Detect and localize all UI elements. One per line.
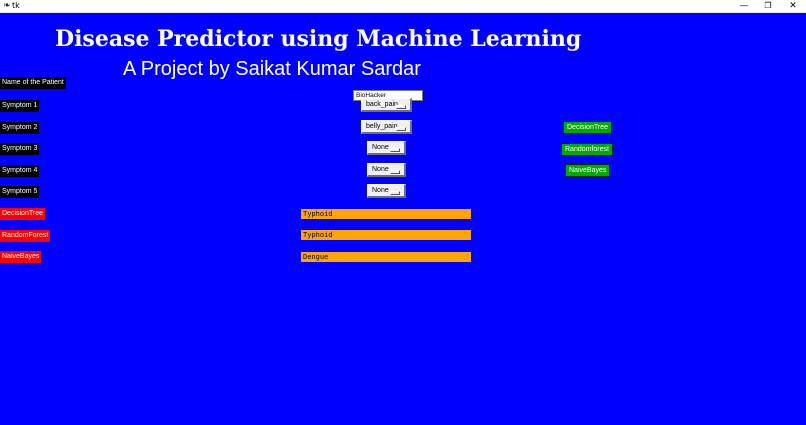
- option-menu-indicator-icon: [396, 105, 406, 109]
- page-subtitle: A Project by Saikat Kumar Sardar: [123, 58, 421, 80]
- page-title: Disease Predictor using Machine Learning: [55, 26, 582, 52]
- symptom-1-value: back_pain: [366, 101, 398, 108]
- minimize-button[interactable]: —: [731, 0, 757, 12]
- window-title: tk: [12, 1, 20, 10]
- symptom-3-dropdown[interactable]: None: [367, 141, 406, 155]
- window-titlebar[interactable]: ❧ tk — ❐ ✕: [0, 0, 806, 13]
- decision-tree-button[interactable]: DecisionTree: [563, 121, 612, 134]
- patient-name-label: Name of the Patient: [0, 77, 66, 89]
- symptom-5-dropdown[interactable]: None: [367, 184, 406, 198]
- decision-tree-result: Typhoid: [301, 209, 471, 219]
- symptom-5-value: None: [372, 187, 389, 194]
- symptom-3-label: Symptom 3: [0, 143, 40, 155]
- symptom-4-label: Symptom 4: [0, 165, 40, 177]
- option-menu-indicator-icon: [396, 127, 406, 131]
- naive-bayes-result-label: NaiveBayes: [0, 251, 42, 263]
- random-forest-result: Typhoid: [301, 230, 471, 240]
- symptom-3-value: None: [372, 144, 389, 151]
- feather-icon: ❧: [3, 1, 11, 11]
- decision-tree-result-label: DecisionTree: [0, 208, 45, 220]
- naive-bayes-button[interactable]: NaiveBayes: [565, 164, 611, 177]
- maximize-button[interactable]: ❐: [755, 0, 781, 12]
- symptom-4-dropdown[interactable]: None: [367, 163, 406, 177]
- naive-bayes-result: Dengue: [301, 252, 471, 262]
- symptom-5-label: Symptom 5: [0, 186, 40, 198]
- option-menu-indicator-icon: [390, 170, 400, 174]
- symptom-2-label: Symptom 2: [0, 122, 40, 134]
- symptom-2-value: belly_pain: [366, 123, 398, 130]
- random-forest-button[interactable]: Randomforest: [561, 143, 613, 156]
- random-forest-result-label: RandomForest: [0, 230, 51, 242]
- symptom-1-dropdown[interactable]: back_pain: [361, 98, 412, 112]
- main-canvas: Disease Predictor using Machine Learning…: [0, 13, 806, 425]
- close-button[interactable]: ✕: [780, 0, 806, 12]
- symptom-2-dropdown[interactable]: belly_pain: [361, 120, 412, 134]
- symptom-1-label: Symptom 1: [0, 100, 40, 112]
- option-menu-indicator-icon: [390, 191, 400, 195]
- option-menu-indicator-icon: [390, 148, 400, 152]
- symptom-4-value: None: [372, 166, 389, 173]
